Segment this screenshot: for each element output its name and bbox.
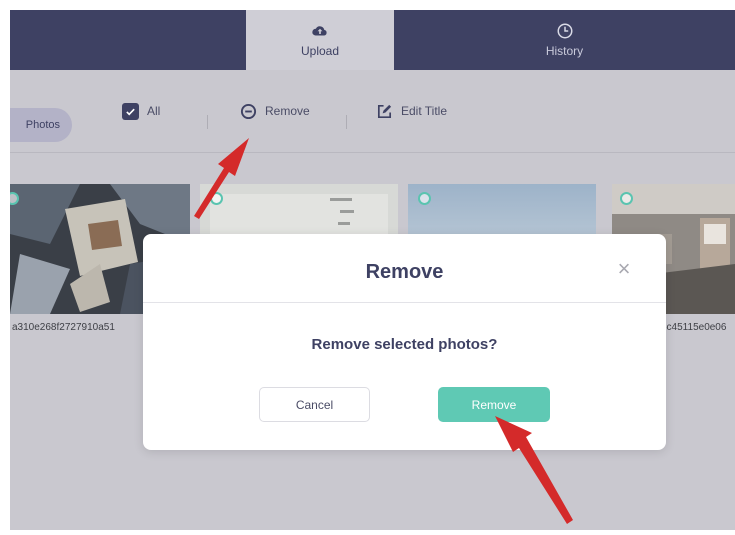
edit-title-button[interactable]: Edit Title: [376, 70, 447, 152]
tab-upload[interactable]: Upload: [246, 10, 394, 70]
dialog-title: Remove: [365, 261, 444, 283]
dialog-header: Remove ×: [143, 234, 666, 303]
cancel-button[interactable]: Cancel: [259, 387, 370, 422]
cloud-upload-icon: [312, 26, 327, 36]
toolbar-divider: [346, 115, 347, 129]
close-icon[interactable]: ×: [613, 258, 635, 280]
remove-button[interactable]: Remove: [240, 70, 310, 152]
header-left-panel: [10, 10, 246, 70]
photo-select-indicator[interactable]: [418, 192, 431, 205]
checkbox-checked-icon: [122, 102, 139, 120]
dialog-message: Remove selected photos?: [311, 336, 498, 353]
photos-filter-label: Photos: [25, 119, 60, 131]
toolbar-divider: [207, 115, 208, 129]
edit-icon: [377, 104, 392, 118]
app-window: Upload History Photos All Remove Edit Ti…: [10, 10, 735, 530]
remove-dialog: Remove × Remove selected photos? Cancel …: [143, 234, 666, 450]
select-all-label: All: [147, 104, 161, 118]
tab-history[interactable]: History: [394, 10, 735, 70]
clock-icon: [557, 23, 572, 39]
edit-title-label: Edit Title: [401, 104, 448, 118]
select-all-button[interactable]: All: [122, 70, 160, 152]
confirm-remove-button[interactable]: Remove: [438, 387, 550, 422]
photos-filter-button[interactable]: Photos: [10, 108, 72, 142]
tab-upload-label: Upload: [300, 44, 340, 58]
photo-select-indicator[interactable]: [620, 192, 633, 205]
photo-caption: a310e268f2727910a51: [12, 322, 115, 333]
minus-circle-icon: [240, 103, 257, 119]
remove-label: Remove: [265, 104, 310, 118]
photo-caption: 6c45115e0e06: [661, 322, 727, 333]
photo-select-indicator[interactable]: [210, 192, 223, 205]
tab-history-label: History: [545, 44, 584, 58]
toolbar: Photos All Remove Edit Title: [10, 70, 735, 153]
